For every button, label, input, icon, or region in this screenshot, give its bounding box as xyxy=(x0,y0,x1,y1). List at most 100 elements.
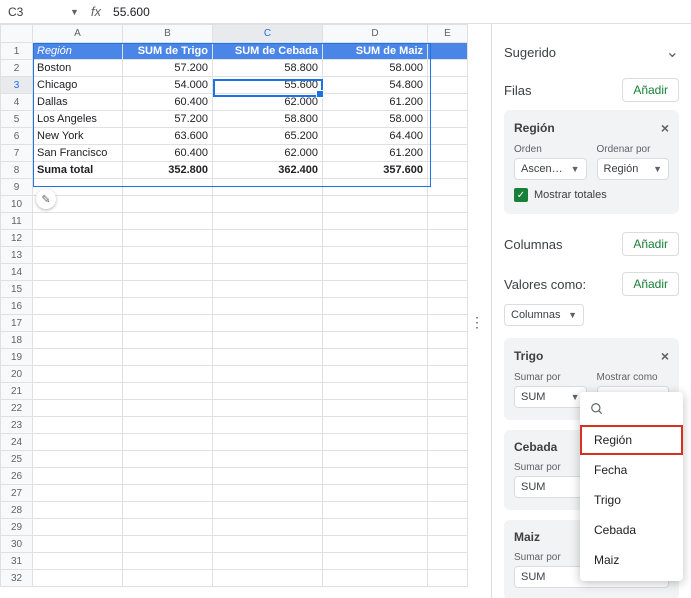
row-header[interactable]: 30 xyxy=(1,536,33,553)
empty-cell[interactable] xyxy=(33,332,123,349)
empty-cell[interactable] xyxy=(428,247,468,264)
empty-cell[interactable] xyxy=(213,434,323,451)
empty-cell[interactable] xyxy=(33,366,123,383)
row-header[interactable]: 19 xyxy=(1,349,33,366)
data-cell[interactable]: 54.800 xyxy=(323,77,428,94)
empty-cell[interactable] xyxy=(213,332,323,349)
empty-cell[interactable] xyxy=(428,400,468,417)
data-cell[interactable]: 60.400 xyxy=(123,94,213,111)
data-cell[interactable]: 58.800 xyxy=(213,111,323,128)
empty-cell[interactable] xyxy=(33,383,123,400)
empty-cell[interactable] xyxy=(323,502,428,519)
empty-cell[interactable] xyxy=(33,264,123,281)
empty-cell[interactable] xyxy=(428,162,468,179)
empty-cell[interactable] xyxy=(213,247,323,264)
pivot-header-cell[interactable]: SUM de Trigo xyxy=(123,43,213,60)
popup-item-maiz[interactable]: Maiz xyxy=(580,545,683,575)
row-header[interactable]: 26 xyxy=(1,468,33,485)
empty-cell[interactable] xyxy=(213,264,323,281)
empty-cell[interactable] xyxy=(123,485,213,502)
empty-cell[interactable] xyxy=(428,213,468,230)
drag-handle-icon[interactable]: ⋮ xyxy=(470,314,482,331)
empty-cell[interactable] xyxy=(323,383,428,400)
column-header[interactable]: A xyxy=(33,25,123,43)
empty-cell[interactable] xyxy=(428,315,468,332)
empty-cell[interactable] xyxy=(33,315,123,332)
trigo-sum-dropdown[interactable]: SUM▼ xyxy=(514,386,587,408)
spreadsheet-area[interactable]: ABCDE1RegiónSUM de TrigoSUM de CebadaSUM… xyxy=(0,24,491,598)
empty-cell[interactable] xyxy=(213,213,323,230)
empty-cell[interactable] xyxy=(33,451,123,468)
data-cell[interactable]: 62.000 xyxy=(213,145,323,162)
total-cell[interactable]: 357.600 xyxy=(323,162,428,179)
empty-cell[interactable] xyxy=(123,468,213,485)
row-header[interactable]: 8 xyxy=(1,162,33,179)
empty-cell[interactable] xyxy=(33,519,123,536)
empty-cell[interactable] xyxy=(428,417,468,434)
empty-cell[interactable] xyxy=(123,349,213,366)
empty-cell[interactable] xyxy=(323,366,428,383)
empty-cell[interactable] xyxy=(428,502,468,519)
empty-cell[interactable] xyxy=(323,417,428,434)
edit-pivot-icon[interactable]: ✎ xyxy=(36,189,56,209)
dropdown-arrow-icon[interactable]: ▼ xyxy=(70,7,79,17)
empty-cell[interactable] xyxy=(213,366,323,383)
empty-cell[interactable] xyxy=(323,264,428,281)
empty-cell[interactable] xyxy=(33,434,123,451)
row-header[interactable]: 2 xyxy=(1,60,33,77)
data-cell[interactable]: Los Angeles xyxy=(33,111,123,128)
row-header[interactable]: 9 xyxy=(1,179,33,196)
empty-cell[interactable] xyxy=(213,400,323,417)
data-cell[interactable]: 65.200 xyxy=(213,128,323,145)
empty-cell[interactable] xyxy=(323,536,428,553)
pivot-header-cell[interactable]: Región xyxy=(33,43,123,60)
sortby-dropdown[interactable]: Región▼ xyxy=(597,158,670,180)
empty-cell[interactable] xyxy=(123,247,213,264)
values-as-dropdown[interactable]: Columnas▼ xyxy=(504,304,584,326)
empty-cell[interactable] xyxy=(213,315,323,332)
add-columns-button[interactable]: Añadir xyxy=(622,232,679,256)
empty-cell[interactable] xyxy=(123,383,213,400)
row-header[interactable]: 14 xyxy=(1,264,33,281)
empty-cell[interactable] xyxy=(123,196,213,213)
empty-cell[interactable] xyxy=(428,570,468,587)
empty-cell[interactable] xyxy=(428,196,468,213)
add-values-button[interactable]: Añadir xyxy=(622,272,679,296)
empty-cell[interactable] xyxy=(323,332,428,349)
popup-item-región[interactable]: Región xyxy=(580,425,683,455)
pivot-header-cell[interactable]: SUM de Maiz xyxy=(323,43,428,60)
row-header[interactable]: 1 xyxy=(1,43,33,60)
empty-cell[interactable] xyxy=(428,451,468,468)
close-icon[interactable]: × xyxy=(661,120,669,136)
data-cell[interactable]: Boston xyxy=(33,60,123,77)
empty-cell[interactable] xyxy=(213,298,323,315)
row-header[interactable]: 28 xyxy=(1,502,33,519)
empty-cell[interactable] xyxy=(428,383,468,400)
row-header[interactable]: 4 xyxy=(1,94,33,111)
empty-cell[interactable] xyxy=(213,349,323,366)
empty-cell[interactable] xyxy=(123,536,213,553)
empty-cell[interactable] xyxy=(123,179,213,196)
empty-cell[interactable] xyxy=(323,468,428,485)
column-header[interactable]: E xyxy=(428,25,468,43)
data-cell[interactable]: 57.200 xyxy=(123,60,213,77)
empty-cell[interactable] xyxy=(123,315,213,332)
empty-cell[interactable] xyxy=(33,349,123,366)
data-cell[interactable]: 58.000 xyxy=(323,111,428,128)
empty-cell[interactable] xyxy=(33,247,123,264)
empty-cell[interactable] xyxy=(33,230,123,247)
empty-cell[interactable] xyxy=(123,230,213,247)
formula-value[interactable]: 55.600 xyxy=(113,5,150,19)
empty-cell[interactable] xyxy=(123,332,213,349)
empty-cell[interactable] xyxy=(213,451,323,468)
empty-cell[interactable] xyxy=(213,536,323,553)
row-header[interactable]: 15 xyxy=(1,281,33,298)
search-icon[interactable] xyxy=(580,398,683,425)
row-header[interactable]: 7 xyxy=(1,145,33,162)
row-header[interactable]: 29 xyxy=(1,519,33,536)
empty-cell[interactable] xyxy=(323,519,428,536)
empty-cell[interactable] xyxy=(428,94,468,111)
empty-cell[interactable] xyxy=(213,553,323,570)
empty-cell[interactable] xyxy=(323,230,428,247)
popup-item-trigo[interactable]: Trigo xyxy=(580,485,683,515)
